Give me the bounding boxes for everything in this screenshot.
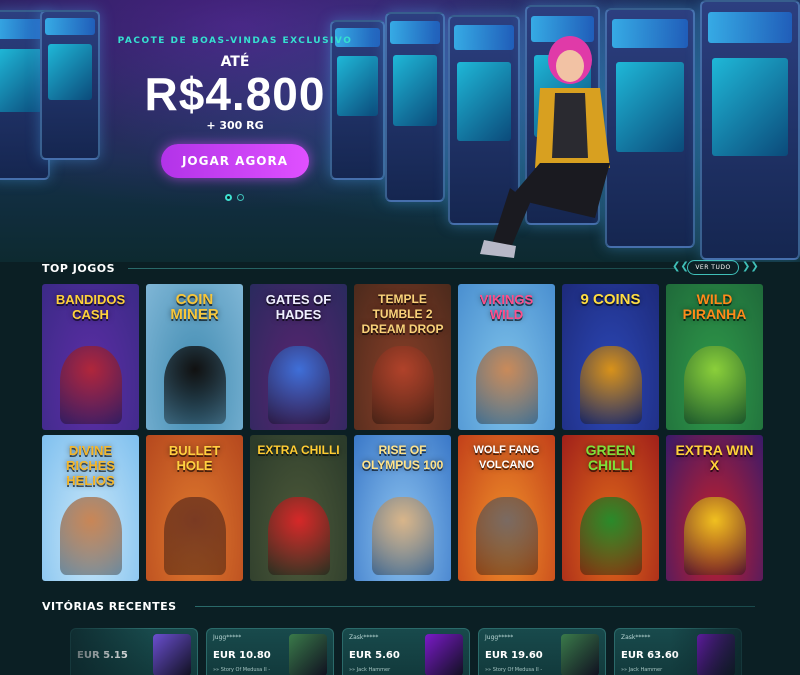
fade-overlay-left <box>0 618 150 675</box>
game-tile[interactable]: RISE OF OLYMPUS 100 <box>354 435 451 581</box>
carousel-dots <box>225 194 244 201</box>
game-character <box>579 497 642 575</box>
win-username: Zask***** <box>621 634 651 641</box>
game-tile[interactable]: COIN MINER <box>146 284 243 430</box>
game-title: GREEN CHILLI <box>585 442 636 473</box>
win-game-name: »» Jack Hammer <box>349 667 391 673</box>
game-character <box>59 346 122 424</box>
recent-wins-title: VITÓRIAS RECENTES <box>42 600 177 613</box>
win-username: Jugg***** <box>213 634 242 641</box>
game-title: VIKINGS WILD <box>479 292 534 322</box>
game-title: GATES OF HADES <box>265 292 332 322</box>
game-title: RISE OF OLYMPUS 100 <box>361 443 444 472</box>
arcade-cabinet <box>700 0 800 260</box>
recent-win-card[interactable]: Jugg***** EUR 10.80 »» Story Of Medusa II … <box>206 628 334 675</box>
win-username: Jugg***** <box>485 634 514 641</box>
promo-amount: R$4.800 <box>144 68 326 120</box>
promo-kicker: PACOTE DE BOAS-VINDAS EXCLUSIVO <box>117 36 353 46</box>
carousel-dot-1[interactable] <box>225 194 232 201</box>
game-tile[interactable]: 9 COINS <box>562 284 659 430</box>
win-game-name: »» Story Of Medusa II - <box>213 667 271 673</box>
welcome-promo: PACOTE DE BOAS-VINDAS EXCLUSIVO ATÉ R$4.… <box>100 36 370 178</box>
game-tile[interactable]: BANDIDOS CASH <box>42 284 139 430</box>
win-game-thumbnail <box>153 634 191 675</box>
win-game-thumbnail <box>561 634 599 675</box>
game-character <box>267 346 330 424</box>
recent-win-card[interactable]: Zask***** EUR 5.60 »» Jack Hammer <box>342 628 470 675</box>
win-game-name: »» Story Of Medusa II - <box>485 667 543 673</box>
win-amount: EUR 10.80 <box>213 650 271 661</box>
game-title: BANDIDOS CASH <box>55 292 126 322</box>
game-title: COIN MINER <box>170 291 219 323</box>
game-tile[interactable]: WILD PIRANHA <box>666 284 763 430</box>
section-divider <box>128 268 676 269</box>
game-title: TEMPLE TUMBLE 2 DREAM DROP <box>361 292 444 336</box>
game-title: BULLET HOLE <box>168 443 221 473</box>
arcade-cabinet <box>40 10 100 160</box>
carousel-dot-2[interactable] <box>237 194 244 201</box>
game-title: WOLF FANG VOLCANO <box>473 444 540 471</box>
game-character <box>579 346 642 424</box>
hero-banner: PACOTE DE BOAS-VINDAS EXCLUSIVO ATÉ R$4.… <box>0 0 800 262</box>
game-tile[interactable]: GATES OF HADES <box>250 284 347 430</box>
game-character <box>163 346 226 424</box>
game-tile[interactable]: EXTRA WIN X <box>666 435 763 581</box>
win-game-name: »» Jack Hammer <box>621 667 663 673</box>
recent-wins-strip: EUR 5.15Jugg*****EUR 10.80»» Story Of Me… <box>70 628 750 675</box>
game-title: WILD PIRANHA <box>682 291 747 322</box>
win-amount: EUR 19.60 <box>485 650 543 661</box>
game-title: EXTRA WIN X <box>675 442 754 473</box>
game-title: EXTRA CHILLI <box>257 443 340 457</box>
win-game-thumbnail <box>425 634 463 675</box>
section-divider <box>195 606 755 607</box>
game-tile[interactable]: BULLET HOLE <box>146 435 243 581</box>
fade-overlay-right <box>670 618 800 675</box>
game-character <box>371 346 434 424</box>
game-tile[interactable]: DIVINE RICHES HELIOS <box>42 435 139 581</box>
game-tile[interactable]: EXTRA CHILLI <box>250 435 347 581</box>
game-character <box>683 497 746 575</box>
play-now-button[interactable]: JOGAR AGORA <box>161 144 309 178</box>
game-tile[interactable]: VIKINGS WILD <box>458 284 555 430</box>
game-tile[interactable]: TEMPLE TUMBLE 2 DREAM DROP <box>354 284 451 430</box>
game-tile[interactable]: GREEN CHILLI <box>562 435 659 581</box>
game-character <box>683 346 746 424</box>
arcade-cabinet <box>385 12 445 202</box>
game-character <box>267 497 330 575</box>
win-username: Zask***** <box>349 634 379 641</box>
game-character <box>59 497 122 575</box>
game-character <box>475 497 538 575</box>
win-amount: EUR 5.60 <box>349 650 400 661</box>
game-title: 9 COINS <box>580 291 641 308</box>
top-games-title: TOP JOGOS <box>42 262 115 275</box>
see-all-button[interactable]: VER TUDO <box>687 260 739 275</box>
game-character <box>371 497 434 575</box>
game-title: DIVINE RICHES HELIOS <box>65 443 116 488</box>
win-game-thumbnail <box>289 634 327 675</box>
promo-bonus: + 300 RG <box>206 119 264 132</box>
character-illustration <box>480 36 610 258</box>
game-character <box>475 346 538 424</box>
game-character <box>163 497 226 575</box>
recent-win-card[interactable]: Jugg***** EUR 19.60 »» Story Of Medusa II … <box>478 628 606 675</box>
game-tile[interactable]: WOLF FANG VOLCANO <box>458 435 555 581</box>
chevron-right-icon[interactable]: ❯❯ <box>742 261 759 272</box>
